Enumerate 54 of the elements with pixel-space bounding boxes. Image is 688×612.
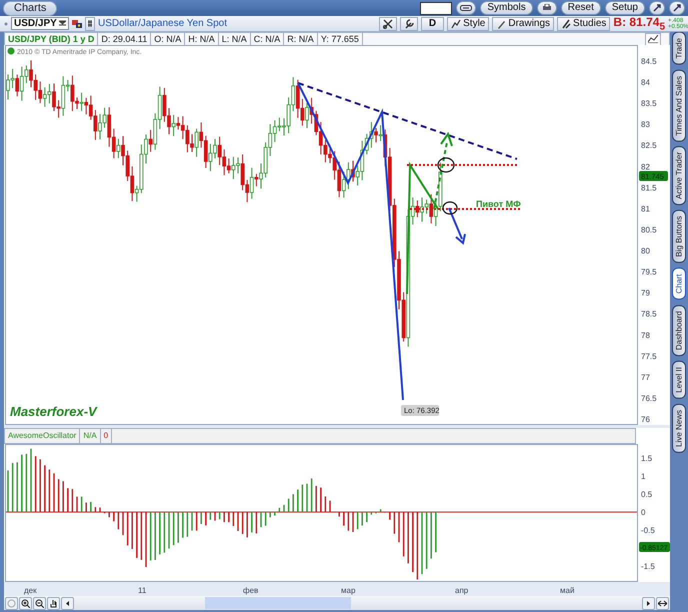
toolbar-button[interactable]: Reset [560, 1, 601, 15]
axis-label: 77.5 [641, 352, 657, 361]
axis-label: 83 [641, 120, 650, 130]
axis-label: 82 [641, 162, 650, 172]
toolbar-button[interactable]: Drawings [492, 16, 554, 30]
axis-label: 79 [641, 288, 650, 298]
axis-label: 81.5 [641, 183, 657, 192]
axis-label: 82.5 [641, 141, 657, 150]
side-tab[interactable]: Times And Sales [672, 70, 686, 142]
axis-label: май [560, 586, 574, 595]
axis-label: 1 [641, 472, 646, 481]
signature-text: Masterforex-V [10, 404, 97, 419]
axis-label: 84 [641, 78, 650, 88]
side-tab[interactable]: Level II [672, 361, 686, 399]
axis-label: дек [24, 586, 37, 595]
study-name: AwesomeOscillator [5, 429, 80, 443]
axis-label: 76.5 [641, 394, 657, 403]
side-tab[interactable]: Big Buttons [672, 210, 686, 264]
axis-label: фев [243, 586, 258, 595]
study-value: N/A [80, 429, 101, 443]
charts-tab[interactable]: Charts [3, 0, 58, 16]
toolbar-button[interactable]: Setup [604, 1, 645, 15]
axis-label: 80 [641, 246, 650, 256]
axis-label: -0.5 [641, 526, 655, 535]
axis-label: 78 [641, 330, 650, 340]
toolbar-button[interactable]: Symbols [480, 1, 533, 15]
axis-label: 0.5 [641, 490, 652, 499]
axis-label: апр [455, 586, 468, 595]
bid-price: B: 81.74$_{5}$ [613, 14, 665, 32]
axis-label: 84.5 [641, 57, 657, 66]
study-value: 0 [100, 429, 112, 443]
axis-label: 76 [641, 415, 650, 424]
axis-label: мар [341, 586, 356, 595]
axis-label: 78.5 [641, 310, 657, 319]
axis-label: 77 [641, 372, 650, 382]
symbol-description-link[interactable]: USDollar/Japanese Yen Spot [98, 18, 227, 29]
toolbar-button[interactable]: Style [447, 16, 490, 30]
side-tab[interactable]: Trade [672, 32, 686, 65]
side-tab[interactable]: Live News [672, 404, 686, 453]
side-tab[interactable]: Active Trader [672, 146, 686, 206]
axis-label: -1.5 [641, 562, 655, 571]
axis-label: 81 [641, 204, 650, 214]
symbol-field[interactable]: USD/JPY [11, 17, 69, 30]
axis-label: 80.5 [641, 225, 657, 234]
side-tab[interactable]: Dashboard [672, 304, 686, 356]
side-tab[interactable]: Chart [672, 268, 686, 300]
axis-label: 0 [641, 508, 646, 517]
axis-label: 79.5 [641, 268, 657, 277]
pivot-label: Пивот МФ [476, 199, 521, 209]
axis-label: 1.5 [641, 454, 652, 463]
axis-label: 83.5 [641, 99, 657, 108]
period-button[interactable]: D [420, 16, 444, 30]
axis-label: 11 [138, 586, 146, 595]
toolbar-button[interactable]: Studies [557, 16, 610, 30]
